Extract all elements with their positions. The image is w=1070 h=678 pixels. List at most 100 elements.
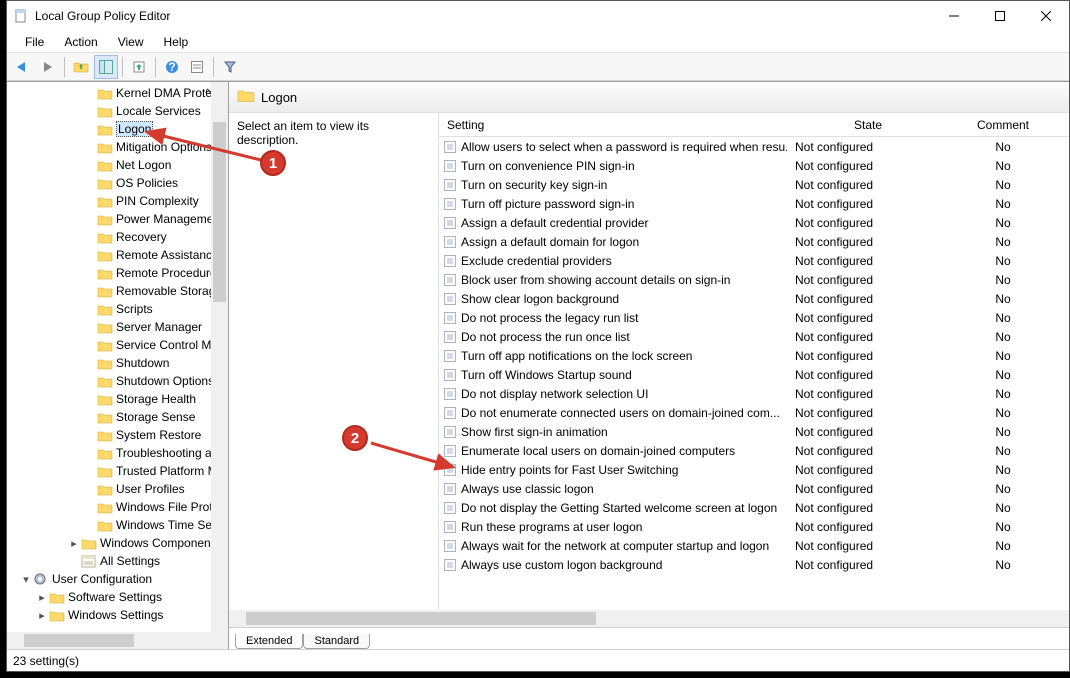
tree-item[interactable]: OS Policies xyxy=(7,174,228,192)
setting-row[interactable]: Do not display network selection UINot c… xyxy=(439,384,1069,403)
tree-item[interactable]: Windows File Protec xyxy=(7,498,228,516)
list-horizontal-scrollbar[interactable] xyxy=(229,610,1069,627)
tree-item[interactable]: Locale Services xyxy=(7,102,228,120)
minimize-button[interactable] xyxy=(931,1,977,30)
tree-item[interactable]: Kernel DMA Protect^ xyxy=(7,84,228,102)
tree-item[interactable]: ▸Software Settings xyxy=(7,588,228,606)
menu-view[interactable]: View xyxy=(110,33,152,51)
tree-item[interactable]: Scripts xyxy=(7,300,228,318)
filter-button[interactable] xyxy=(218,55,242,79)
setting-row[interactable]: Block user from showing account details … xyxy=(439,270,1069,289)
close-button[interactable] xyxy=(1023,1,1069,30)
menu-action[interactable]: Action xyxy=(56,33,105,51)
tree-item[interactable]: All Settings xyxy=(7,552,228,570)
folder-icon xyxy=(97,392,113,406)
setting-state: Not configured xyxy=(787,368,949,382)
tree-item[interactable]: ▾User Configuration xyxy=(7,570,228,588)
setting-row[interactable]: Always use classic logonNot configuredNo xyxy=(439,479,1069,498)
tree-item[interactable]: Troubleshooting an xyxy=(7,444,228,462)
tree-item[interactable]: Recovery xyxy=(7,228,228,246)
tab-standard[interactable]: Standard xyxy=(303,634,370,649)
setting-row[interactable]: Allow users to select when a password is… xyxy=(439,137,1069,156)
policy-icon xyxy=(443,140,457,154)
app-icon xyxy=(13,8,29,24)
tree-item[interactable]: Storage Health xyxy=(7,390,228,408)
tree-item[interactable]: ▸Windows Components xyxy=(7,534,228,552)
setting-comment: No xyxy=(949,444,1057,458)
setting-comment: No xyxy=(949,349,1057,363)
setting-comment: No xyxy=(949,197,1057,211)
tree-item[interactable]: Shutdown Options xyxy=(7,372,228,390)
tab-extended[interactable]: Extended xyxy=(235,634,303,649)
col-setting[interactable]: Setting xyxy=(439,118,787,132)
folder-icon xyxy=(97,500,113,514)
tree-item[interactable]: Server Manager xyxy=(7,318,228,336)
forward-button[interactable] xyxy=(36,55,60,79)
policy-icon xyxy=(443,254,457,268)
callout-badge-2: 2 xyxy=(342,425,368,451)
tree-item[interactable]: Remote Assistance xyxy=(7,246,228,264)
menu-file[interactable]: File xyxy=(17,33,52,51)
tree-item[interactable]: ▸Windows Settings xyxy=(7,606,228,624)
tree-item[interactable]: System Restore xyxy=(7,426,228,444)
setting-row[interactable]: Assign a default domain for logonNot con… xyxy=(439,232,1069,251)
policy-icon xyxy=(443,216,457,230)
export-list-button[interactable] xyxy=(127,55,151,79)
folder-icon xyxy=(97,338,113,352)
col-state[interactable]: State xyxy=(787,118,949,132)
callout-badge-1: 1 xyxy=(260,150,286,176)
up-button[interactable] xyxy=(69,55,93,79)
tree-item[interactable]: Windows Time Serv xyxy=(7,516,228,534)
setting-row[interactable]: Show clear logon backgroundNot configure… xyxy=(439,289,1069,308)
policy-icon xyxy=(443,539,457,553)
setting-row[interactable]: Assign a default credential providerNot … xyxy=(439,213,1069,232)
setting-row[interactable]: Turn off Windows Startup soundNot config… xyxy=(439,365,1069,384)
tree-label: Storage Sense xyxy=(116,410,195,424)
setting-name: Hide entry points for Fast User Switchin… xyxy=(461,463,678,477)
folder-icon xyxy=(97,266,113,280)
folder-icon xyxy=(97,140,113,154)
folder-icon xyxy=(81,554,97,568)
folder-icon xyxy=(97,248,113,262)
tree-item[interactable]: Shutdown xyxy=(7,354,228,372)
folder-icon xyxy=(97,374,113,388)
setting-row[interactable]: Turn on security key sign-inNot configur… xyxy=(439,175,1069,194)
setting-row[interactable]: Enumerate local users on domain-joined c… xyxy=(439,441,1069,460)
tree-item[interactable]: Power Management xyxy=(7,210,228,228)
menu-help[interactable]: Help xyxy=(156,33,197,51)
help-button[interactable]: ? xyxy=(160,55,184,79)
setting-row[interactable]: Do not display the Getting Started welco… xyxy=(439,498,1069,517)
setting-row[interactable]: Turn off app notifications on the lock s… xyxy=(439,346,1069,365)
folder-icon xyxy=(97,446,113,460)
tree-label: OS Policies xyxy=(116,176,178,190)
setting-row[interactable]: Show first sign-in animationNot configur… xyxy=(439,422,1069,441)
tree-label: Windows Components xyxy=(100,536,220,550)
back-button[interactable] xyxy=(11,55,35,79)
show-hide-tree-button[interactable] xyxy=(94,55,118,79)
setting-comment: No xyxy=(949,311,1057,325)
setting-row[interactable]: Do not process the run once listNot conf… xyxy=(439,327,1069,346)
properties-button[interactable] xyxy=(185,55,209,79)
tree-label: Removable Storage xyxy=(116,284,222,298)
tree-item[interactable]: Service Control Man xyxy=(7,336,228,354)
setting-row[interactable]: Do not enumerate connected users on doma… xyxy=(439,403,1069,422)
col-comment[interactable]: Comment xyxy=(949,118,1057,132)
tree-item[interactable]: Remote Procedure ( xyxy=(7,264,228,282)
setting-row[interactable]: Exclude credential providersNot configur… xyxy=(439,251,1069,270)
tree-item[interactable]: Trusted Platform M xyxy=(7,462,228,480)
setting-comment: No xyxy=(949,406,1057,420)
tree-item[interactable]: User Profiles xyxy=(7,480,228,498)
setting-row[interactable]: Turn off picture password sign-inNot con… xyxy=(439,194,1069,213)
setting-row[interactable]: Run these programs at user logonNot conf… xyxy=(439,517,1069,536)
setting-name: Always use custom logon background xyxy=(461,558,662,572)
setting-row[interactable]: Turn on convenience PIN sign-inNot confi… xyxy=(439,156,1069,175)
tree-item[interactable]: Storage Sense xyxy=(7,408,228,426)
setting-row[interactable]: Do not process the legacy run listNot co… xyxy=(439,308,1069,327)
setting-row[interactable]: Hide entry points for Fast User Switchin… xyxy=(439,460,1069,479)
tree-item[interactable]: PIN Complexity xyxy=(7,192,228,210)
tree-item[interactable]: Removable Storage xyxy=(7,282,228,300)
setting-row[interactable]: Always wait for the network at computer … xyxy=(439,536,1069,555)
tree-horizontal-scrollbar[interactable] xyxy=(7,632,228,649)
maximize-button[interactable] xyxy=(977,1,1023,30)
setting-row[interactable]: Always use custom logon backgroundNot co… xyxy=(439,555,1069,574)
